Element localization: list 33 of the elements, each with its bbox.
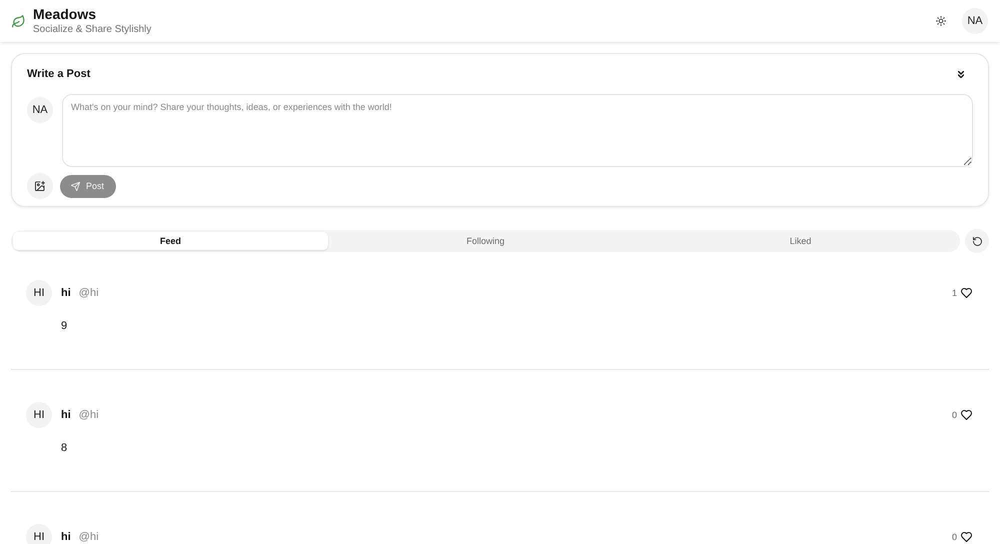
user-avatar: NA	[27, 97, 53, 123]
theme-toggle-button[interactable]	[936, 16, 946, 26]
author-name[interactable]: hi	[61, 287, 71, 299]
author-handle: @hi	[78, 409, 99, 421]
feed-tab[interactable]: Liked	[643, 232, 958, 250]
post-text-field[interactable]: What's on your mind? Share your thoughts, ideas, or experiences with the world!	[62, 94, 973, 167]
post-text: 9	[61, 319, 68, 333]
author-avatar[interactable]: HI	[26, 524, 52, 544]
collapse-button[interactable]	[958, 70, 964, 78]
feed-tab[interactable]: Following	[328, 232, 643, 250]
author-name[interactable]: hi	[61, 409, 71, 421]
like-button[interactable]: 0	[952, 532, 972, 542]
author-avatar[interactable]: HI	[26, 402, 52, 428]
sun-icon	[936, 16, 946, 26]
feed-tab[interactable]: Feed	[13, 232, 328, 250]
author-avatar[interactable]: HI	[26, 280, 52, 306]
add-image-button[interactable]	[27, 173, 53, 199]
author-handle: @hi	[78, 531, 99, 543]
app-subtitle: Socialize & Share Stylishly	[33, 24, 152, 36]
paper-plane-icon	[71, 182, 80, 190]
refresh-icon	[972, 236, 982, 246]
app-title: Meadows	[33, 6, 96, 22]
like-button[interactable]: 1	[952, 288, 972, 298]
double-chevron-down-icon	[958, 70, 964, 78]
post-text: 8	[61, 441, 68, 455]
author-handle: @hi	[78, 287, 99, 299]
refresh-button[interactable]	[965, 229, 989, 253]
image-plus-icon	[35, 181, 45, 191]
composer-title: Write a Post	[27, 68, 90, 80]
like-button[interactable]: 0	[952, 410, 972, 420]
user-avatar[interactable]: NA	[962, 8, 988, 34]
leaf-icon	[12, 14, 25, 28]
author-name[interactable]: hi	[61, 531, 71, 543]
